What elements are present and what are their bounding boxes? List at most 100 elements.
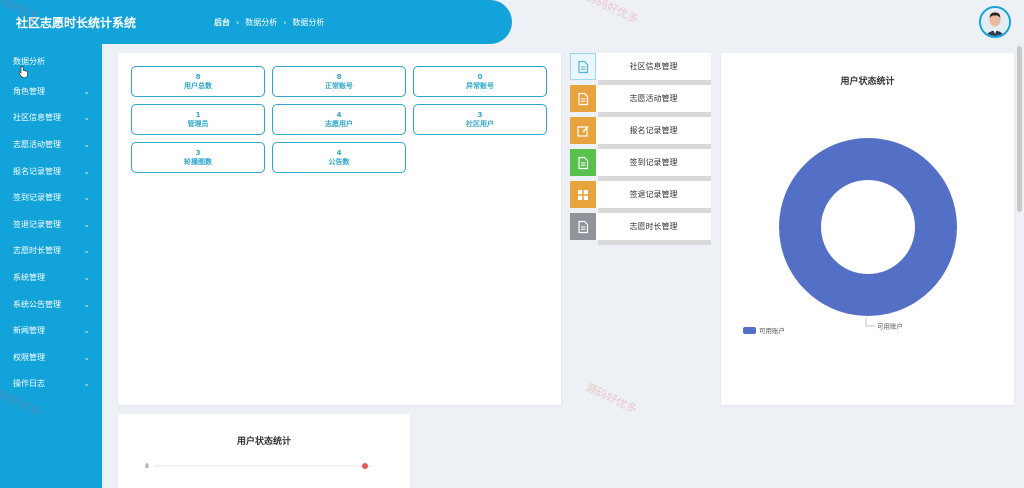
chevron-right-icon: › [236,18,240,27]
breadcrumb: 后台 › 数据分析 › 数据分析 [214,17,324,28]
stat-value: 3 [477,110,483,119]
document-icon [570,85,596,112]
user-avatar-icon [981,8,1009,36]
stat-card: 4 志愿用户 [272,104,406,135]
chevron-down-icon: ⌄ [83,219,90,229]
sidebar-item-label: 数据分析 [13,56,45,66]
menu-shortcut[interactable]: 志愿活动管理 [570,85,711,117]
user-status-pie-chart: 可用账户 可用账户 [743,138,957,335]
stat-label: 志愿用户 [325,119,353,128]
stat-value: 0 [477,72,483,81]
stat-label: 社区用户 [466,119,494,128]
stat-label: 轮播图数 [184,157,212,166]
sidebar-item-label: 志愿活动管理 [13,139,61,149]
chevron-down-icon: ⌄ [83,113,90,123]
breadcrumb-item[interactable]: 数据分析 [245,17,277,28]
document-icon [570,213,596,240]
sidebar-item-label: 系统管理 [13,272,45,282]
chevron-down-icon: ⌄ [83,352,90,362]
watermark: 源码好优多 [584,0,640,26]
menu-shortcut[interactable]: 签到记录管理 [570,149,711,181]
menu-shortcut[interactable]: 报名记录管理 [570,117,711,149]
sidebar-item[interactable]: 签退记录管理 ⌄ [0,211,102,238]
sidebar-item[interactable]: 报名记录管理 ⌄ [0,158,102,185]
sidebar: 数据分析 角色管理 ⌄ 社区信息管理 ⌄ 志愿活动管理 ⌄ 报名记录管理 ⌄ 签到记录管理 ⌄ 签退记… [0,44,102,488]
sidebar-item-label: 社区信息管理 [13,113,61,123]
legend-label[interactable]: 可用账户 [759,326,785,335]
menu-shortcut-label: 志愿时长管理 [629,222,678,231]
line-point[interactable] [362,463,368,469]
stat-label: 管理员 [187,119,209,128]
stats-panel: 8 用户总数 8 正常账号 0 异常账号 1 管理员 4 志愿用户 3 社区用户 3 轮播图数 4 公告数 [118,53,561,405]
chevron-down-icon: ⌄ [83,246,90,256]
sidebar-item[interactable]: 系统公告管理 ⌄ [0,291,102,318]
sidebar-item[interactable]: 角色管理 ⌄ [0,78,102,105]
sidebar-item-label: 签退记录管理 [13,219,61,229]
user-status-line-chart: 8 [145,463,372,470]
stat-value: 8 [336,72,342,81]
sidebar-item-label: 角色管理 [13,86,45,96]
user-status-line-panel: 用户状态统计 8 [118,414,410,488]
sidebar-item-label: 报名记录管理 [13,166,61,176]
menu-shortcut[interactable]: 签退记录管理 [570,181,711,213]
sidebar-item[interactable]: 新闻管理 ⌄ [0,317,102,344]
sidebar-item[interactable]: 签到记录管理 ⌄ [0,184,102,211]
stat-card: 0 异常账号 [413,66,547,97]
sidebar-item-label: 志愿时长管理 [13,246,61,256]
watermark: 源码好优多 [583,380,639,416]
sidebar-item[interactable]: 系统管理 ⌄ [0,264,102,291]
sidebar-item-label: 权限管理 [13,352,45,362]
stat-card: 8 用户总数 [131,66,265,97]
stat-card: 3 社区用户 [413,104,547,135]
sidebar-item-label: 操作日志 [13,379,45,389]
menu-shortcut[interactable]: 志愿时长管理 [570,213,711,245]
grid-icon [570,181,596,208]
stat-label: 用户总数 [184,81,212,90]
legend-swatch[interactable] [743,327,756,334]
sidebar-item[interactable]: 志愿时长管理 ⌄ [0,238,102,265]
edit-icon [570,117,596,144]
stat-value: 1 [195,110,201,119]
chevron-down-icon: ⌄ [83,272,90,282]
user-status-pie-panel: 用户状态统计 可用账户 可用账户 [721,53,1014,405]
menu-shortcut[interactable]: 社区信息管理 [570,53,711,85]
avatar[interactable] [979,6,1011,38]
chevron-down-icon: ⌄ [83,299,90,309]
sidebar-item-label: 签到记录管理 [13,193,61,203]
stat-card: 8 正常账号 [272,66,406,97]
stat-card: 1 管理员 [131,104,265,135]
stat-value: 4 [336,148,342,157]
menu-shortcut-label: 签退记录管理 [629,190,678,199]
sidebar-item[interactable]: 数据分析 [0,44,102,78]
document-icon [570,53,596,80]
chevron-down-icon: ⌄ [83,193,90,203]
sidebar-item[interactable]: 权限管理 ⌄ [0,344,102,371]
breadcrumb-home[interactable]: 后台 [214,17,230,28]
stat-value: 3 [195,148,201,157]
pie-label-leader [865,318,875,327]
stat-value: 8 [195,72,201,81]
sidebar-item-label: 系统公告管理 [13,299,61,309]
breadcrumb-current: 数据分析 [292,18,325,27]
stat-card: 3 轮播图数 [131,142,265,173]
chevron-down-icon: ⌄ [83,86,90,96]
pie-slice[interactable] [779,138,957,316]
menu-shortcut-label: 报名记录管理 [629,126,678,135]
document-icon [570,149,596,176]
page-scrollbar[interactable] [1017,46,1022,212]
chevron-right-icon: › [283,18,287,27]
stat-label: 公告数 [328,157,350,166]
stat-label: 异常账号 [466,81,494,90]
chevron-down-icon: ⌄ [83,326,90,336]
stat-label: 正常账号 [325,81,353,90]
stat-value: 4 [336,110,342,119]
pie-slice-label: 可用账户 [877,322,903,331]
chevron-down-icon: ⌄ [83,166,90,176]
sidebar-item[interactable]: 社区信息管理 ⌄ [0,105,102,132]
sidebar-item-label: 新闻管理 [13,326,45,336]
sidebar-item[interactable]: 志愿活动管理 ⌄ [0,131,102,158]
menu-shortcut-label: 志愿活动管理 [629,94,678,103]
chevron-down-icon: ⌄ [83,379,90,389]
hand-cursor-icon [18,66,28,78]
chevron-down-icon: ⌄ [83,139,90,149]
